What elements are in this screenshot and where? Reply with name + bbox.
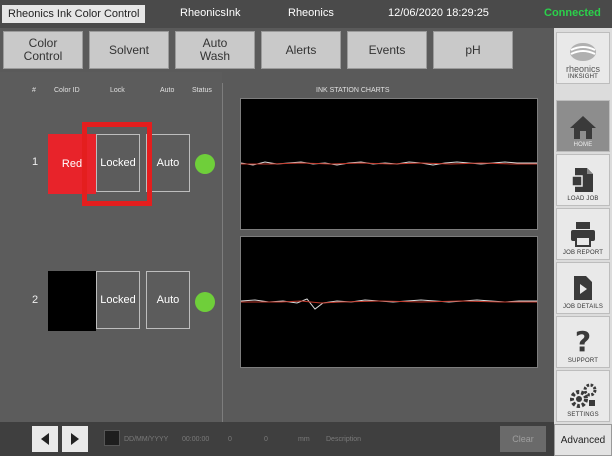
- value-1: 0: [228, 436, 232, 443]
- ink-station-chart-2: [240, 236, 538, 368]
- chart-line-2: [240, 298, 537, 310]
- highlight-box: [82, 122, 152, 206]
- home-icon: [570, 116, 596, 139]
- next-button[interactable]: [62, 426, 88, 452]
- status-indicator: [195, 292, 215, 312]
- description-field: Description: [326, 436, 362, 443]
- date-field: DD/MM/YYYY: [124, 436, 169, 443]
- auto-button[interactable]: Auto: [146, 134, 190, 192]
- gears-icon: [570, 383, 597, 408]
- document-icon: [571, 168, 593, 192]
- ink-station-chart-1: [240, 98, 538, 230]
- sidebar-item-load-job[interactable]: LOAD JOB: [556, 154, 610, 206]
- sidebar-item-support[interactable]: ? SUPPORT: [556, 316, 610, 368]
- unit-label: mm: [298, 436, 310, 443]
- nav-events-button[interactable]: Events: [347, 31, 427, 69]
- sidebar-item-home[interactable]: HOME: [556, 100, 610, 152]
- svg-text:?: ?: [575, 326, 591, 356]
- auto-button[interactable]: Auto: [146, 271, 190, 329]
- color-preview: [104, 430, 120, 446]
- nav-color-control-button[interactable]: Color Control: [3, 31, 83, 69]
- sidebar-item-label: SUPPORT: [567, 358, 599, 364]
- play-document-icon: [574, 276, 592, 300]
- advanced-button[interactable]: Advanced: [554, 424, 612, 456]
- sidebar-item-label: HOME: [573, 142, 593, 148]
- question-icon: ?: [575, 326, 591, 356]
- sidebar-item-settings[interactable]: SETTINGS: [556, 370, 610, 422]
- arrow-right-icon: [71, 433, 79, 445]
- header-status: Status: [192, 87, 212, 94]
- row-number: 1: [32, 156, 39, 168]
- nav-solvent-button[interactable]: Solvent: [89, 31, 169, 69]
- datetime: 12/06/2020 18:29:25: [388, 7, 489, 19]
- sidebar-item-job-details[interactable]: JOB DETAILS: [556, 262, 610, 314]
- app-title: Rheonics Ink Color Control: [2, 5, 146, 23]
- sidebar-item-label: LOAD JOB: [567, 196, 599, 202]
- sidebar-item-label: JOB REPORT: [562, 250, 604, 256]
- nav-auto-wash-button[interactable]: Auto Wash: [175, 31, 255, 69]
- lock-button[interactable]: Locked: [96, 271, 140, 329]
- header-lock: Lock: [110, 87, 125, 94]
- header-auto: Auto: [160, 87, 175, 94]
- connection-status: Connected: [544, 7, 601, 19]
- rheonics-logo[interactable]: rheonics INKSIGHT: [556, 32, 610, 84]
- sidebar-item-label: SETTINGS: [567, 412, 599, 418]
- title-rheonics: Rheonics: [288, 7, 334, 19]
- prev-button[interactable]: [32, 426, 58, 452]
- sidebar-item-job-report[interactable]: JOB REPORT: [556, 208, 610, 260]
- header-color-id: Color ID: [54, 87, 80, 94]
- row-number: 2: [32, 294, 39, 306]
- rheonics-logo-icon: [570, 43, 596, 61]
- color-swatch-black[interactable]: [48, 271, 96, 331]
- logo-sub: INKSIGHT: [568, 74, 598, 80]
- charts-title: INK STATION CHARTS: [316, 87, 390, 94]
- clear-button[interactable]: Clear: [500, 426, 546, 452]
- status-indicator: [195, 154, 215, 174]
- logo-text: rheonics: [565, 64, 601, 74]
- nav-ph-button[interactable]: pH: [433, 31, 513, 69]
- printer-icon: [571, 222, 595, 247]
- time-field: 00:00:00: [182, 436, 210, 443]
- sidebar-item-label: JOB DETAILS: [562, 304, 604, 310]
- nav-alerts-button[interactable]: Alerts: [261, 31, 341, 69]
- chart-line-1: [240, 161, 537, 166]
- top-nav: Color Control Solvent Auto Wash Alerts E…: [0, 28, 552, 72]
- title-rheonicsink: RheonicsInk: [180, 7, 241, 19]
- bottom-bar: DD/MM/YYYY 00:00:00 0 0 mm Description C…: [0, 422, 554, 456]
- value-2: 0: [264, 436, 268, 443]
- sidebar: rheonics INKSIGHT HOME LOAD JOB JOB REPO…: [554, 28, 612, 456]
- divider: [222, 83, 223, 422]
- title-bar: Rheonics Ink Color Control RheonicsInk R…: [0, 0, 612, 28]
- header-num: #: [32, 87, 36, 94]
- arrow-left-icon: [41, 433, 49, 445]
